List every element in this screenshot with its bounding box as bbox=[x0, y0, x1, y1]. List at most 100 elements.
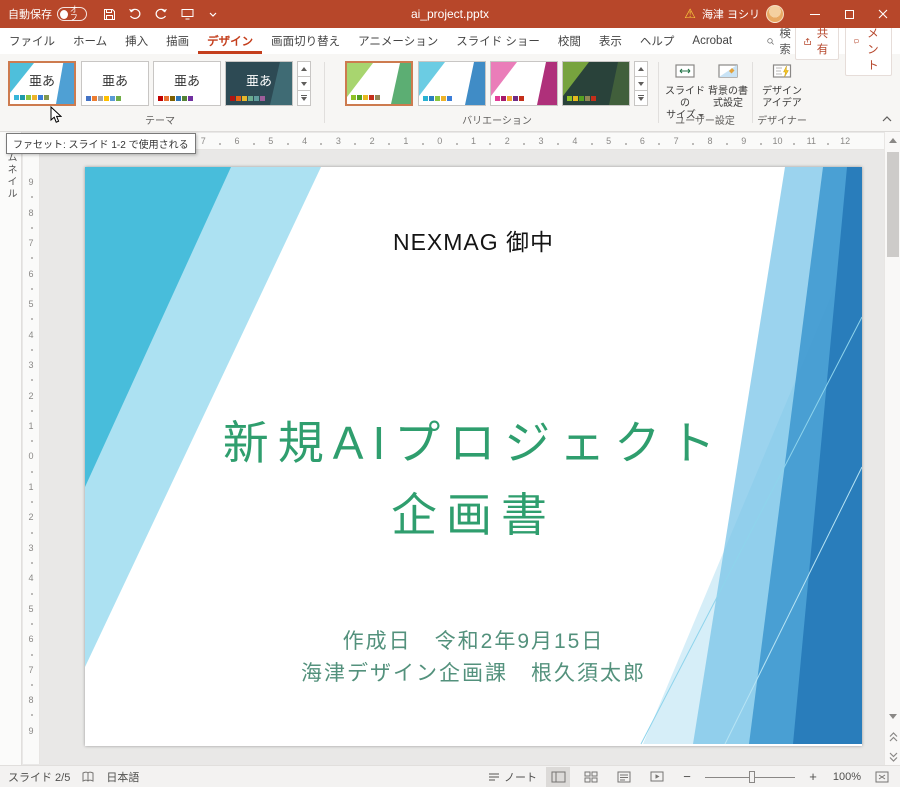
start-presentation-button[interactable] bbox=[175, 2, 199, 26]
color-swatch bbox=[435, 96, 440, 101]
previous-slide-button[interactable] bbox=[885, 728, 900, 745]
slide-indicator[interactable]: スライド 2/5 bbox=[8, 769, 70, 785]
slide-title-line-1: 新規AIプロジェクト bbox=[85, 407, 862, 479]
variant-thumbnail-2[interactable] bbox=[418, 61, 486, 106]
variants-scroll-down-button[interactable] bbox=[634, 77, 648, 92]
color-swatch bbox=[573, 96, 578, 101]
ruler-number: 1 bbox=[28, 472, 33, 502]
slide-recipient-text[interactable]: NEXMAG 御中 bbox=[85, 223, 862, 257]
title-bar: 自動保存 オフ ai_project.pptx bbox=[0, 0, 900, 28]
triangle-down-icon bbox=[889, 714, 897, 719]
tab-home[interactable]: ホーム bbox=[64, 28, 116, 54]
themes-scroll-down-button[interactable] bbox=[297, 77, 311, 92]
tab-file[interactable]: ファイル bbox=[0, 28, 64, 54]
ruler-number: 1 bbox=[457, 136, 491, 146]
save-icon bbox=[103, 8, 116, 21]
theme-thumbnail-facet[interactable]: 亜あ bbox=[8, 61, 76, 106]
close-button[interactable] bbox=[866, 0, 900, 28]
ruler-number: 1 bbox=[389, 136, 423, 146]
scroll-up-button[interactable] bbox=[885, 132, 900, 149]
theme-thumbnail-4[interactable]: 亜あ bbox=[225, 61, 293, 106]
slideshow-view-button[interactable] bbox=[645, 767, 669, 787]
normal-view-button[interactable] bbox=[546, 767, 570, 787]
slide-author-text[interactable]: 海津デザイン企画課 根久須太郎 bbox=[85, 657, 862, 687]
themes-more-button[interactable] bbox=[297, 91, 311, 106]
save-button[interactable] bbox=[97, 2, 121, 26]
next-slide-button[interactable] bbox=[885, 748, 900, 765]
slide-sorter-view-button[interactable] bbox=[579, 767, 603, 787]
tab-acrobat[interactable]: Acrobat bbox=[683, 28, 741, 54]
slide-title-text[interactable]: 新規AIプロジェクト 企画書 bbox=[85, 407, 862, 551]
ruler-number: 3 bbox=[321, 136, 355, 146]
theme-thumbnail-3[interactable]: 亜あ bbox=[153, 61, 221, 106]
variant-edge-shape bbox=[465, 62, 485, 105]
undo-button[interactable] bbox=[123, 2, 147, 26]
color-swatch bbox=[254, 96, 259, 101]
zoom-slider-thumb[interactable] bbox=[749, 771, 755, 783]
autosave-control[interactable]: 自動保存 オフ bbox=[8, 6, 87, 22]
color-swatch bbox=[98, 96, 103, 101]
themes-scroll-up-button[interactable] bbox=[297, 61, 311, 77]
tab-transitions[interactable]: 画面切り替え bbox=[262, 28, 349, 54]
variants-more-button[interactable] bbox=[634, 91, 648, 106]
color-swatch bbox=[92, 96, 97, 101]
warning-icon[interactable]: ⚠ bbox=[684, 6, 696, 22]
tab-insert[interactable]: 挿入 bbox=[116, 28, 157, 54]
tab-view[interactable]: 表示 bbox=[590, 28, 631, 54]
tab-animations[interactable]: アニメーション bbox=[349, 28, 447, 54]
zoom-out-button[interactable]: − bbox=[678, 768, 696, 786]
vertical-scrollbar[interactable] bbox=[884, 132, 900, 765]
customize-qat-button[interactable] bbox=[201, 2, 225, 26]
comment-icon bbox=[854, 36, 859, 47]
redo-button[interactable] bbox=[149, 2, 173, 26]
search-control[interactable]: 検索 bbox=[767, 28, 795, 54]
collapse-ribbon-button[interactable] bbox=[882, 110, 892, 125]
variant-edge-shape bbox=[391, 63, 411, 104]
variants-scroll-up-button[interactable] bbox=[634, 61, 648, 77]
autosave-toggle[interactable]: オフ bbox=[57, 7, 87, 21]
tab-slideshow[interactable]: スライド ショー bbox=[447, 28, 549, 54]
title-bar-right: ⚠ 海津 ヨシリ bbox=[684, 0, 900, 28]
slide-editing-area[interactable]: NEXMAG 御中 新規AIプロジェクト 企画書 作成日 令和2年9月15日 海… bbox=[85, 167, 862, 746]
variant-thumbnail-1[interactable] bbox=[345, 61, 413, 106]
slide-date-text[interactable]: 作成日 令和2年9月15日 bbox=[85, 625, 862, 655]
zoom-in-button[interactable]: + bbox=[804, 768, 822, 786]
tab-design[interactable]: デザイン bbox=[198, 28, 262, 54]
tab-draw[interactable]: 描画 bbox=[157, 28, 198, 54]
close-icon bbox=[878, 9, 888, 19]
ruler-number: 4 bbox=[558, 136, 592, 146]
color-swatch bbox=[38, 95, 43, 100]
language-indicator[interactable]: 日本語 bbox=[106, 769, 139, 785]
maximize-button[interactable] bbox=[832, 0, 866, 28]
ruler-number: 8 bbox=[28, 197, 33, 227]
vertical-ruler[interactable]: 9876543210123456789 bbox=[23, 151, 40, 764]
color-swatch bbox=[441, 96, 446, 101]
variant-thumbnail-3[interactable] bbox=[490, 61, 558, 106]
color-swatch bbox=[363, 95, 368, 100]
tab-help[interactable]: ヘルプ bbox=[631, 28, 684, 54]
proofing-icon[interactable] bbox=[82, 771, 94, 783]
fit-slide-to-window-button[interactable] bbox=[870, 767, 894, 787]
account-name[interactable]: 海津 ヨシリ bbox=[702, 6, 760, 22]
notes-button[interactable]: ノート bbox=[488, 769, 537, 785]
scrollbar-thumb[interactable] bbox=[887, 152, 899, 257]
thumbnails-panel-collapsed[interactable]: サムネイル bbox=[0, 132, 22, 765]
color-swatch bbox=[230, 96, 235, 101]
avatar[interactable] bbox=[766, 5, 784, 23]
triangle-up-icon bbox=[301, 67, 307, 71]
ruler-number: 4 bbox=[28, 563, 33, 593]
tab-review[interactable]: 校閲 bbox=[549, 28, 590, 54]
theme-sample-text: 亜あ bbox=[29, 71, 55, 90]
reading-view-button[interactable] bbox=[612, 767, 636, 787]
search-icon bbox=[767, 36, 774, 47]
variant-thumbnail-4[interactable] bbox=[562, 61, 630, 106]
scroll-down-button[interactable] bbox=[885, 708, 900, 725]
color-swatch bbox=[375, 95, 380, 100]
notes-label: ノート bbox=[504, 769, 537, 785]
minimize-icon bbox=[810, 14, 820, 15]
zoom-level[interactable]: 100% bbox=[831, 771, 861, 783]
theme-thumbnail-2[interactable]: 亜あ bbox=[81, 61, 149, 106]
minimize-button[interactable] bbox=[798, 0, 832, 28]
ruler-number: 5 bbox=[254, 136, 288, 146]
zoom-slider[interactable] bbox=[705, 770, 795, 784]
